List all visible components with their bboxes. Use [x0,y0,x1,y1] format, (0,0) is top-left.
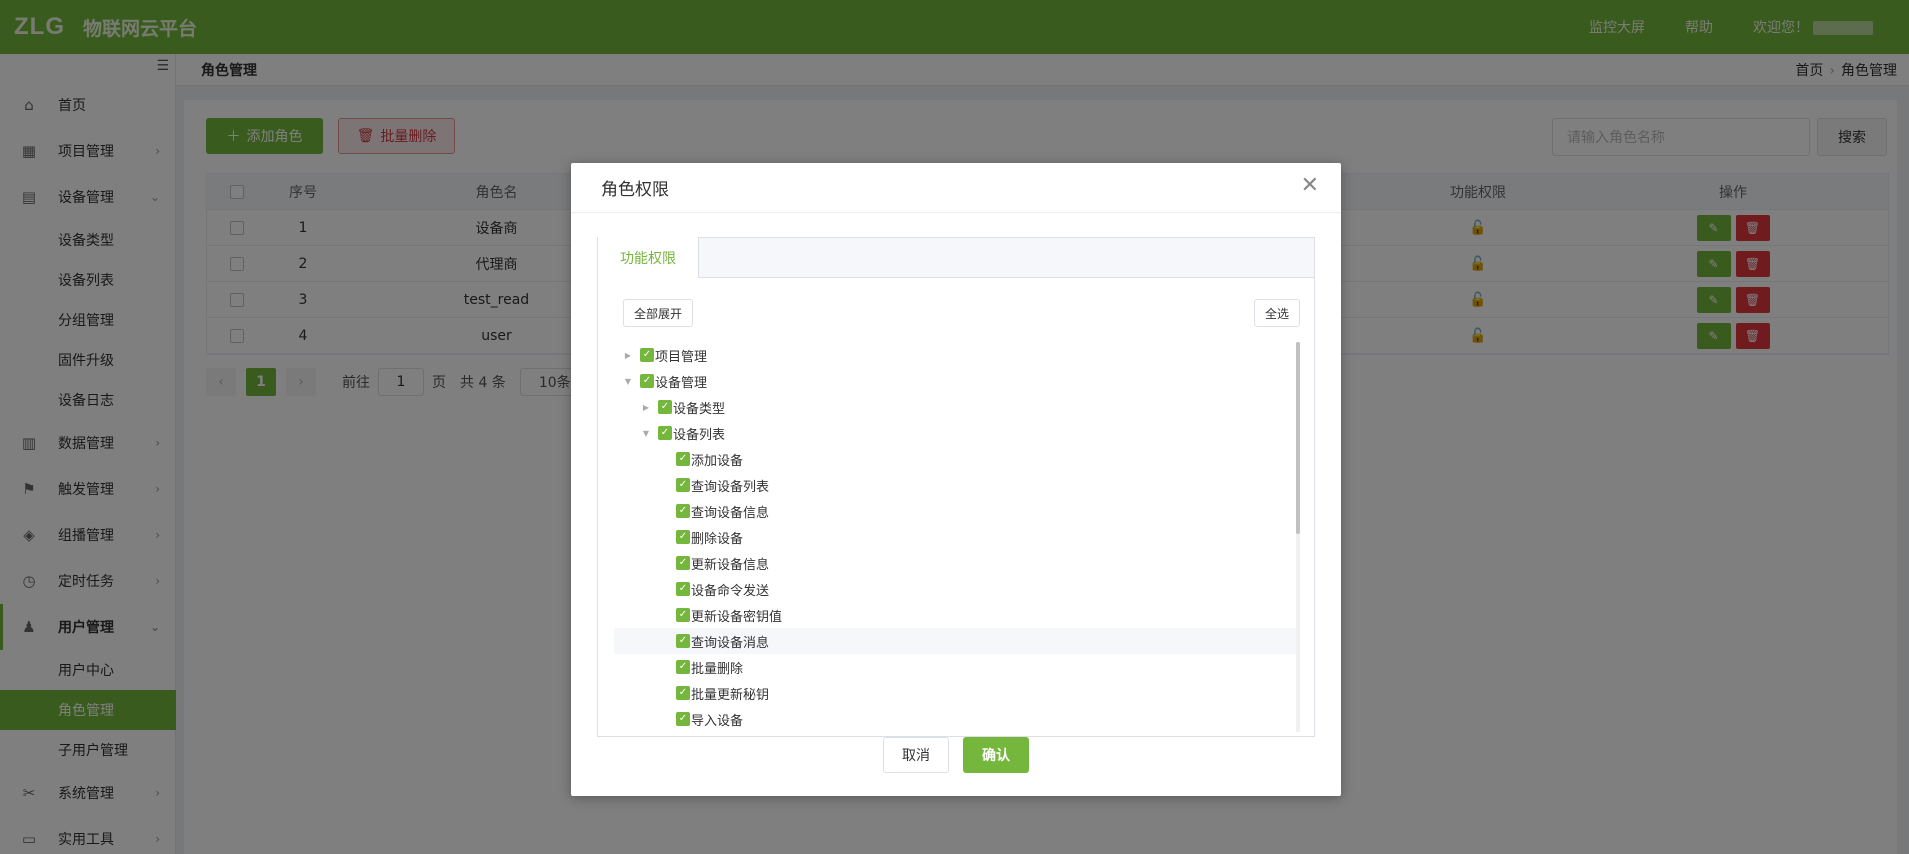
tree-scrollbar-thumb[interactable] [1296,342,1300,534]
cancel-button[interactable]: 取消 [883,737,949,773]
tree-node[interactable]: ✓ 删除设备 [614,524,1300,550]
tree-scrollbar[interactable] [1296,342,1300,732]
tree-node[interactable]: ✓ 更新设备密钥值 [614,602,1300,628]
tree-node-label: 导入设备 [691,713,744,729]
tree-node-label: 查询设备列表 [691,479,770,495]
caret-down-icon[interactable]: ▼ [622,377,634,386]
checkbox-checked-icon[interactable]: ✓ [676,686,690,700]
tab-strip: 功能权限 [597,237,1314,278]
tree-node-label: 设备管理 [655,375,708,391]
tree-node-label: 查询设备信息 [691,505,770,521]
tree-node[interactable]: ▼ ✓ 设备管理 [614,368,1300,394]
tree-node[interactable]: ✓ 更新设备信息 [614,550,1300,576]
tree-node-label: 更新设备密钥值 [691,609,783,625]
tree-node[interactable]: ✓ 批量删除 [614,654,1300,680]
tree-node[interactable]: ✓ 添加设备 [614,446,1300,472]
permission-tree: ▶ ✓ 项目管理 ▼ ✓ 设备管理 ▶ ✓ 设备类型 ▼ ✓ 设备列表 ✓ 添加设备 ✓ 查询设备列… [614,342,1300,732]
tree-node-label: 设备列表 [673,427,726,443]
role-permission-dialog: 角色权限 ✕ 功能权限 全部展开 全选 ▶ ✓ 项目管理 ▼ ✓ 设备管理 ▶ ✓ 设备类型… [571,163,1341,796]
checkbox-checked-icon[interactable]: ✓ [640,348,654,362]
caret-right-icon[interactable]: ▶ [622,351,634,360]
permission-tabs: 功能权限 全部展开 全选 ▶ ✓ 项目管理 ▼ ✓ 设备管理 ▶ ✓ 设备类型 ▼ ✓ 设备列表… [597,237,1315,737]
checkbox-checked-icon[interactable]: ✓ [658,426,672,440]
dialog-title: 角色权限 [571,163,1341,213]
tree-node-label: 批量更新秘钥 [691,687,770,703]
tree-node-label: 查询设备消息 [691,635,770,651]
checkbox-checked-icon[interactable]: ✓ [676,634,690,648]
tree-node[interactable]: ▼ ✓ 设备列表 [614,420,1300,446]
tree-node[interactable]: ▶ ✓ 项目管理 [614,342,1300,368]
checkbox-checked-icon[interactable]: ✓ [676,608,690,622]
checkbox-checked-icon[interactable]: ✓ [676,452,690,466]
close-icon[interactable]: ✕ [1301,175,1319,197]
tree-node-label: 添加设备 [691,453,744,469]
confirm-button[interactable]: 确认 [963,737,1029,773]
checkbox-checked-icon[interactable]: ✓ [676,556,690,570]
tree-node[interactable]: ✓ 导入设备 [614,706,1300,732]
tab-function-permission[interactable]: 功能权限 [597,237,699,278]
select-all-button[interactable]: 全选 [1254,299,1300,327]
tree-node-label: 批量删除 [691,661,744,677]
checkbox-checked-icon[interactable]: ✓ [676,478,690,492]
tree-node[interactable]: ✓ 批量更新秘钥 [614,680,1300,706]
tree-node[interactable]: ✓ 查询设备信息 [614,498,1300,524]
tree-node-label: 删除设备 [691,531,744,547]
tree-node[interactable]: ✓ 查询设备消息 [614,628,1300,654]
tree-node-label: 项目管理 [655,349,708,365]
checkbox-checked-icon[interactable]: ✓ [676,504,690,518]
tree-node[interactable]: ✓ 设备命令发送 [614,576,1300,602]
caret-down-icon[interactable]: ▼ [640,429,652,438]
checkbox-checked-icon[interactable]: ✓ [676,582,690,596]
checkbox-checked-icon[interactable]: ✓ [676,660,690,674]
tree-node-label: 更新设备信息 [691,557,770,573]
checkbox-checked-icon[interactable]: ✓ [658,400,672,414]
tree-node-label: 设备类型 [673,401,726,417]
tree-node-label: 设备命令发送 [691,583,770,599]
checkbox-checked-icon[interactable]: ✓ [676,530,690,544]
caret-right-icon[interactable]: ▶ [640,403,652,412]
expand-all-button[interactable]: 全部展开 [623,299,693,327]
tree-node[interactable]: ▶ ✓ 设备类型 [614,394,1300,420]
checkbox-checked-icon[interactable]: ✓ [676,712,690,726]
tree-node[interactable]: ✓ 查询设备列表 [614,472,1300,498]
checkbox-checked-icon[interactable]: ✓ [640,374,654,388]
